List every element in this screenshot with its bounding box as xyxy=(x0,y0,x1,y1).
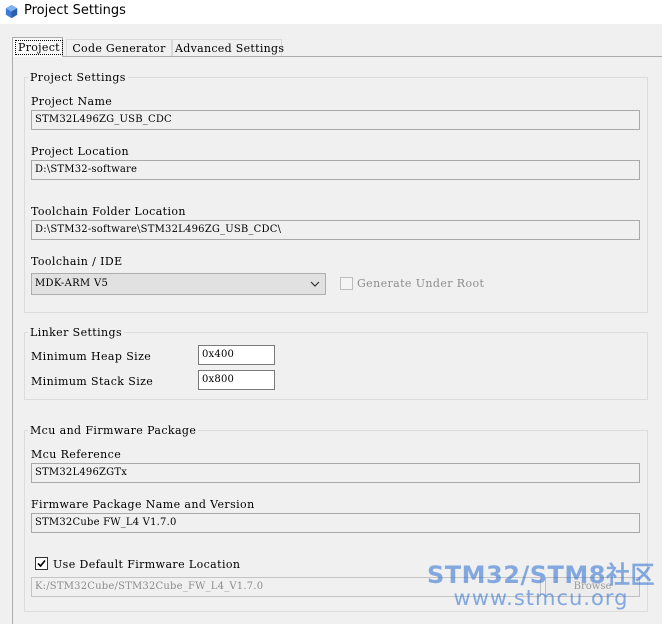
toolchain-ide-value: MDK-ARM V5 xyxy=(35,278,109,289)
toolchain-ide-select[interactable]: MDK-ARM V5 xyxy=(31,273,326,295)
min-heap-input[interactable]: 0x400 xyxy=(198,345,275,365)
project-settings-group-title: Project Settings xyxy=(28,71,128,84)
project-name-field[interactable]: STM32L496ZG_USB_CDC xyxy=(31,110,640,130)
chevron-down-icon xyxy=(310,281,320,287)
toolchain-folder-label: Toolchain Folder Location xyxy=(31,205,186,218)
firmware-package-label: Firmware Package Name and Version xyxy=(31,498,255,511)
min-stack-input[interactable]: 0x800 xyxy=(198,370,275,390)
mcu-reference-label: Mcu Reference xyxy=(31,448,122,461)
watermark-line1: STM32/STM8社区 xyxy=(427,561,655,589)
linker-settings-group-title: Linker Settings xyxy=(28,326,125,339)
project-location-label: Project Location xyxy=(31,145,129,158)
checkmark-icon xyxy=(37,559,46,568)
watermark: STM32/STM8社区 www.stmcu.org xyxy=(424,563,658,609)
app-cube-icon xyxy=(5,4,18,19)
use-default-location-label: Use Default Firmware Location xyxy=(53,558,241,571)
toolchain-ide-label: Toolchain / IDE xyxy=(31,255,123,268)
tab-code-generator[interactable]: Code Generator xyxy=(66,39,172,56)
mcu-firmware-group-title: Mcu and Firmware Package xyxy=(28,424,199,437)
window-title: Project Settings xyxy=(24,3,126,18)
title-bar: Project Settings xyxy=(0,0,662,24)
linker-settings-group xyxy=(24,332,648,400)
toolchain-folder-field[interactable]: D:\STM32-software\STM32L496ZG_USB_CDC\ xyxy=(31,220,640,240)
use-default-location-checkbox[interactable] xyxy=(35,557,48,570)
generate-under-root-label: Generate Under Root xyxy=(357,277,485,290)
min-stack-label: Minimum Stack Size xyxy=(31,375,154,388)
mcu-reference-field[interactable]: STM32L496ZGTx xyxy=(31,463,640,483)
firmware-package-field[interactable]: STM32Cube FW_L4 V1.7.0 xyxy=(31,513,640,533)
project-name-label: Project Name xyxy=(31,95,113,108)
tab-advanced-settings[interactable]: Advanced Settings xyxy=(172,39,284,56)
min-heap-label: Minimum Heap Size xyxy=(31,350,152,363)
watermark-line2: www.stmcu.org xyxy=(453,586,629,610)
tab-project[interactable]: Project xyxy=(12,37,63,57)
project-location-field[interactable]: D:\STM32-software xyxy=(31,160,640,180)
generate-under-root-checkbox[interactable] xyxy=(340,277,353,290)
